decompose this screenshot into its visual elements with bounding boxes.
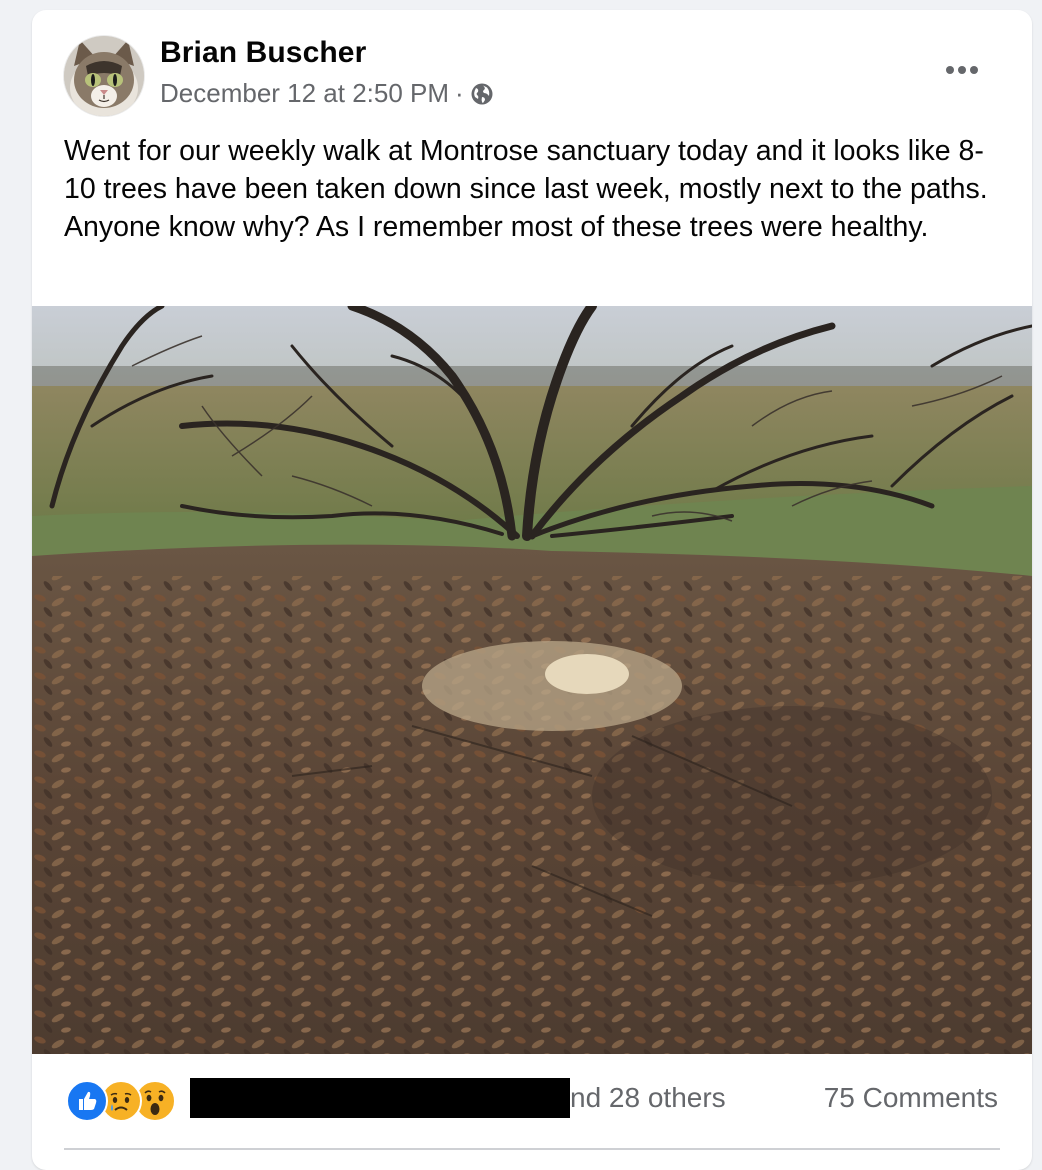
reaction-icons[interactable] — [66, 1080, 186, 1122]
post-card: Brian Buscher December 12 at 2:50 PM · W… — [32, 10, 1032, 1170]
more-options-button[interactable] — [932, 50, 992, 90]
post-timestamp[interactable]: December 12 at 2:50 PM — [160, 78, 449, 109]
author-name[interactable]: Brian Buscher — [160, 36, 366, 70]
post-footer: nd 28 others 75 Comments — [32, 1054, 1032, 1170]
more-horizontal-icon — [946, 66, 978, 74]
cat-avatar-image — [64, 36, 144, 116]
globe-icon[interactable] — [470, 82, 494, 106]
reaction-others-link[interactable]: nd 28 others — [570, 1080, 726, 1116]
post-text: Went for our weekly walk at Montrose san… — [64, 135, 988, 243]
avatar[interactable] — [64, 36, 144, 116]
redacted-names — [190, 1078, 570, 1118]
post-photo[interactable] — [32, 306, 1032, 1054]
meta-separator: · — [455, 78, 464, 108]
post-meta: December 12 at 2:50 PM · — [160, 78, 494, 109]
post-header: Brian Buscher December 12 at 2:50 PM · — [32, 10, 1032, 130]
comments-count-link[interactable]: 75 Comments — [824, 1080, 998, 1116]
like-reaction-icon — [66, 1080, 108, 1122]
